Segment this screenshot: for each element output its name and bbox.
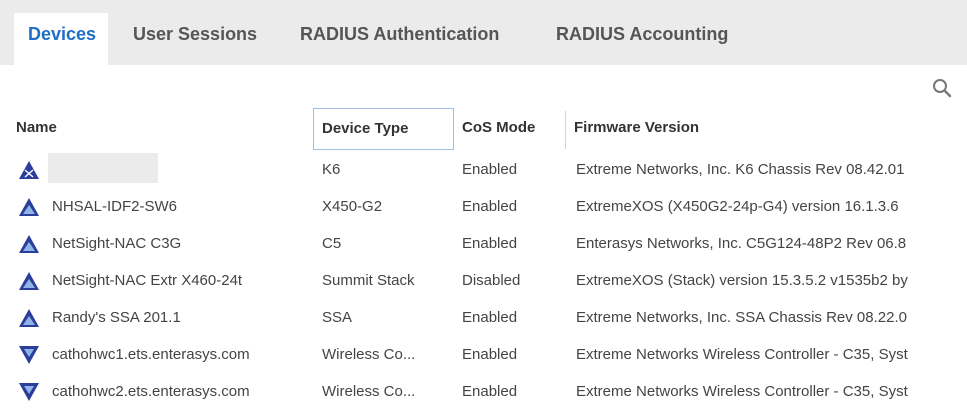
cell-device-type: Wireless Co...	[322, 383, 416, 400]
table-row[interactable]: NetSight-NAC C3G C5 Enabled Enterasys Ne…	[0, 225, 967, 262]
cell-name: NetSight-NAC Extr X460-24t	[52, 272, 243, 289]
cell-device-type: C5	[322, 235, 342, 252]
cell-cos-mode: Enabled	[462, 198, 518, 215]
table-row[interactable]: NetSight-NAC Extr X460-24t Summit Stack …	[0, 262, 967, 299]
switch-icon	[18, 160, 40, 180]
tab-radius-authentication[interactable]: RADIUS Authentication	[300, 10, 499, 58]
table-row[interactable]: NHSAL-IDF2-SW6 X450-G2 Enabled ExtremeXO…	[0, 188, 967, 225]
tab-user-sessions[interactable]: User Sessions	[133, 10, 257, 58]
tab-bar: Devices User Sessions RADIUS Authenticat…	[0, 0, 967, 68]
tab-devices[interactable]: Devices	[14, 13, 109, 68]
cell-device-type: SSA	[322, 309, 353, 326]
cell-device-type: X450-G2	[322, 198, 383, 215]
cell-firmware: Extreme Networks Wireless Controller - C…	[576, 383, 908, 400]
cell-cos-mode: Disabled	[462, 272, 521, 289]
table-row[interactable]: cathohwc2.ets.enterasys.com Wireless Co.…	[0, 373, 967, 410]
search-icon[interactable]	[931, 77, 953, 99]
column-divider	[565, 111, 566, 149]
cell-name: cathohwc2.ets.enterasys.com	[52, 383, 250, 400]
wireless-controller-icon	[18, 382, 40, 402]
wireless-controller-icon	[18, 345, 40, 365]
cell-name: Randy's SSA 201.1	[52, 309, 181, 326]
tab-radius-accounting[interactable]: RADIUS Accounting	[556, 10, 728, 58]
column-header-name[interactable]: Name	[16, 105, 57, 151]
cell-firmware: ExtremeXOS (Stack) version 15.3.5.2 v153…	[576, 272, 908, 289]
table-row[interactable]: Randy's SSA 201.1 SSA Enabled Extreme Ne…	[0, 299, 967, 336]
table-row[interactable]: cathohwc1.ets.enterasys.com Wireless Co.…	[0, 336, 967, 373]
cell-name	[52, 151, 302, 188]
cell-name: NHSAL-IDF2-SW6	[52, 198, 178, 215]
switch-icon	[18, 234, 40, 254]
cell-firmware: Enterasys Networks, Inc. C5G124-48P2 Rev…	[576, 235, 907, 252]
cell-name: NetSight-NAC C3G	[52, 235, 182, 252]
cell-cos-mode: Enabled	[462, 383, 518, 400]
switch-icon	[18, 308, 40, 328]
cell-device-type: Wireless Co...	[322, 346, 416, 363]
cell-cos-mode: Enabled	[462, 235, 518, 252]
column-header-device-type[interactable]: Device Type	[313, 108, 454, 150]
cell-firmware: Extreme Networks, Inc. K6 Chassis Rev 08…	[576, 161, 905, 178]
cell-firmware: Extreme Networks Wireless Controller - C…	[576, 346, 908, 363]
table-row[interactable]: K6 Enabled Extreme Networks, Inc. K6 Cha…	[0, 151, 967, 188]
column-header-cos-mode[interactable]: CoS Mode	[462, 105, 535, 151]
cell-device-type: Summit Stack	[322, 272, 415, 289]
switch-icon	[18, 197, 40, 217]
cell-name: cathohwc1.ets.enterasys.com	[52, 346, 250, 363]
switch-icon	[18, 271, 40, 291]
cell-cos-mode: Enabled	[462, 346, 518, 363]
cell-firmware: Extreme Networks, Inc. SSA Chassis Rev 0…	[576, 309, 907, 326]
cell-cos-mode: Enabled	[462, 309, 518, 326]
cell-firmware: ExtremeXOS (X450G2-24p-G4) version 16.1.…	[576, 198, 899, 215]
cell-cos-mode: Enabled	[462, 161, 518, 178]
column-header-firmware-version[interactable]: Firmware Version	[574, 105, 699, 151]
cell-device-type: K6	[322, 161, 341, 178]
table-header: Name Device Type CoS Mode Firmware Versi…	[0, 105, 967, 151]
